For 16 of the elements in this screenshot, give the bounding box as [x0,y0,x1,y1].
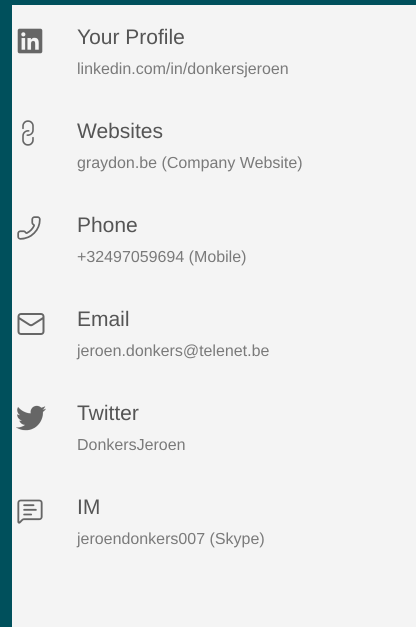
contact-value: jeroen.donkers@telenet.be [77,342,270,362]
phone-icon [16,215,42,241]
contact-label: Websites [77,119,164,145]
contact-value: graydon.be (Company Website) [77,154,303,174]
contact-value: DonkersJeroen [77,436,186,456]
contact-label: Phone [77,213,139,239]
contact-label: IM [77,495,102,521]
bird-icon [16,403,46,433]
contact-value: +32497059694 (Mobile) [77,248,246,268]
contact-label: Your Profile [77,25,186,51]
contact-label: Email [77,307,131,333]
linkedin-icon [16,27,44,55]
chat-icon [16,497,44,525]
contact-value: jeroendonkers007 (Skype) [77,530,265,550]
contact-label: Twitter [77,401,140,427]
contact-value: linkedin.com/in/donkersjeroen [77,60,289,80]
